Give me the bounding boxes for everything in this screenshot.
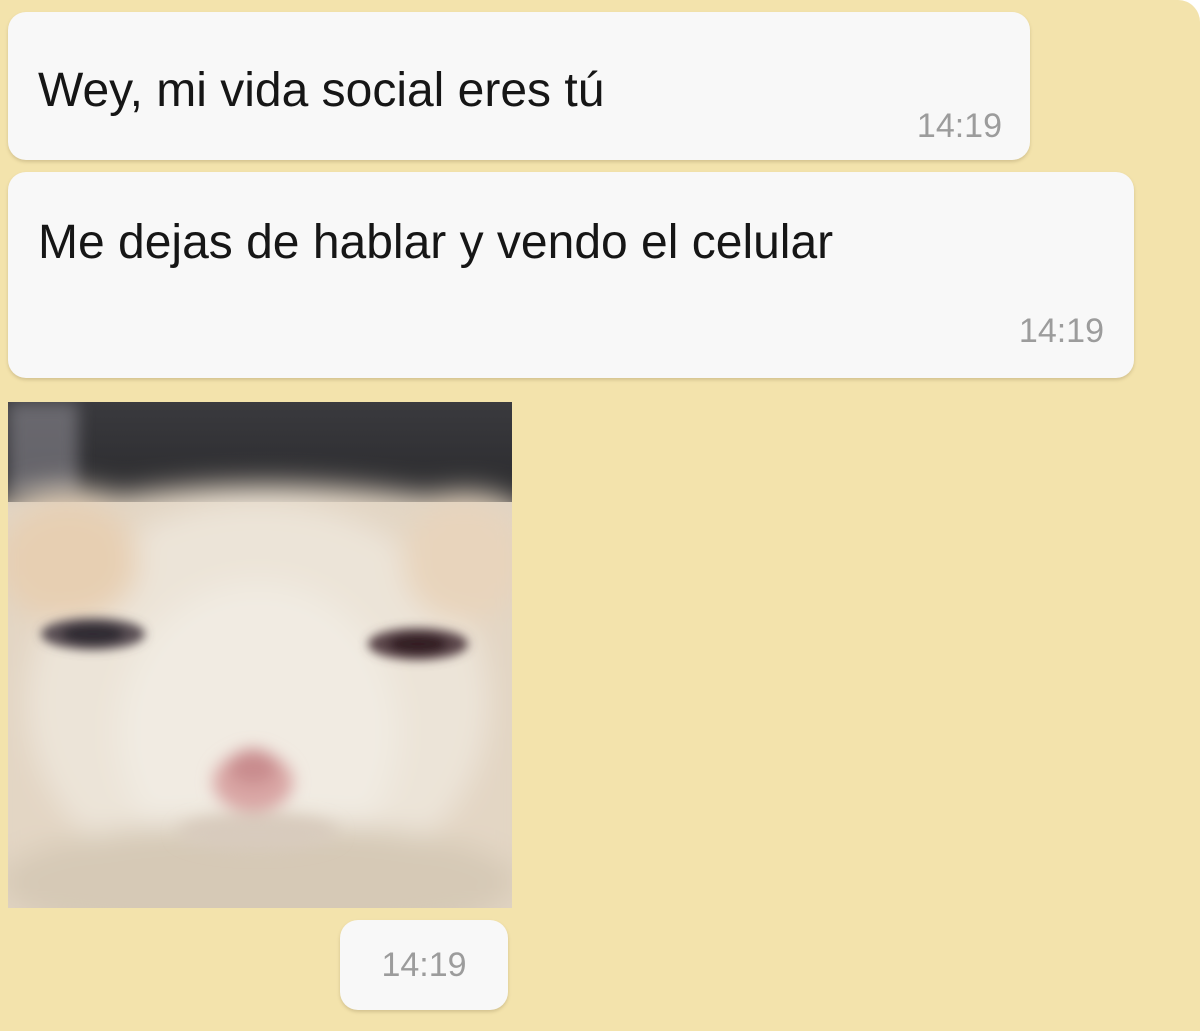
- message-text: Me dejas de hablar y vendo el celular: [38, 216, 834, 269]
- image-timestamp: 14:19: [381, 946, 467, 984]
- message-timestamp: 14:19: [916, 107, 1002, 145]
- message-bubble[interactable]: Me dejas de hablar y vendo el celular 14…: [8, 172, 1134, 378]
- message-timestamp: 14:19: [1018, 312, 1104, 350]
- message-bubble[interactable]: Wey, mi vida social eres tú 14:19: [8, 12, 1030, 160]
- message-text: Wey, mi vida social eres tú: [38, 64, 605, 117]
- image-timestamp-bubble: 14:19: [340, 920, 508, 1010]
- image-message-cat-photo[interactable]: [8, 402, 512, 908]
